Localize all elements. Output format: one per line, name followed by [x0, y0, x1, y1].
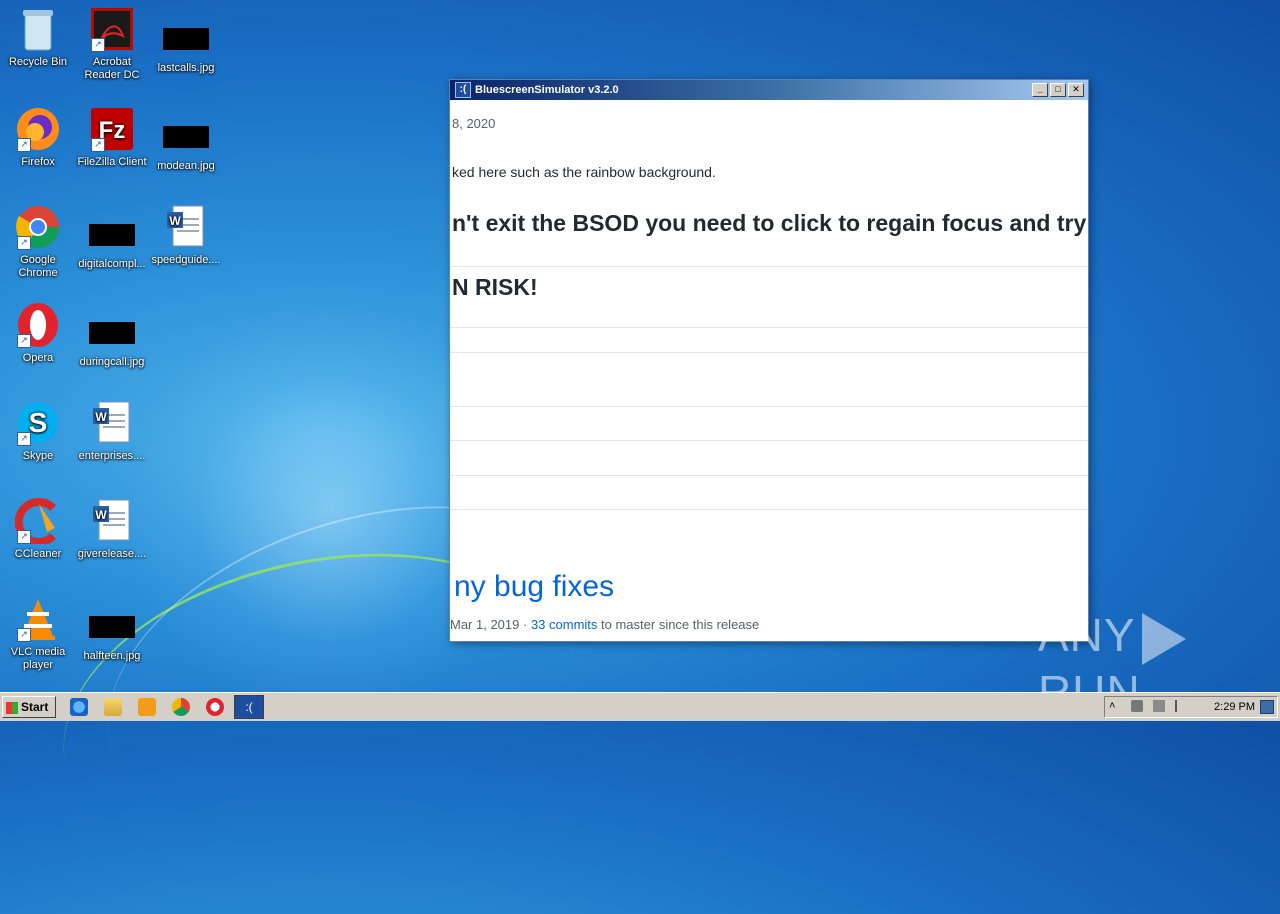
desktop-icon-google-chrome[interactable]: ↗ Google Chrome [0, 204, 76, 280]
chrome-taskbar-icon[interactable] [172, 698, 190, 716]
maximize-button[interactable]: □ [1050, 83, 1066, 97]
word-document-icon: W [89, 498, 135, 544]
icon-label: digitalcompl... [78, 258, 146, 270]
icon-label: VLC media player [10, 646, 66, 671]
icon-label: Skype [22, 450, 54, 462]
minimize-button[interactable]: _ [1032, 83, 1048, 97]
image-thumbnail-icon [163, 28, 209, 50]
image-thumbnail-icon [163, 126, 209, 148]
release-meta-suffix: to master since this release [597, 617, 760, 632]
divider [450, 475, 1088, 476]
icon-label: Google Chrome [18, 254, 58, 279]
desktop-icon-opera[interactable]: ↗ Opera [0, 302, 76, 365]
icon-label: duringcall.jpg [79, 356, 145, 368]
divider [450, 509, 1088, 510]
desktop-icon-firefox[interactable]: ↗ Firefox [0, 106, 76, 169]
skype-icon: S ↗ [15, 400, 61, 446]
bsod-instruction-heading: n't exit the BSOD you need to click to r… [452, 210, 1087, 236]
recycle-bin-icon [19, 6, 57, 52]
internet-explorer-icon[interactable] [70, 698, 88, 716]
icon-label: Firefox [21, 156, 55, 168]
release-date: 8, 2020 [452, 116, 496, 131]
desktop-icon-enterprises[interactable]: W enterprises.... [74, 400, 150, 463]
bluescreen-simulator-window[interactable]: :( BluescreenSimulator v3.2.0 _ □ ✕ 8, 2… [449, 79, 1089, 642]
window-title: BluescreenSimulator v3.2.0 [475, 84, 619, 96]
desktop-icon-digitalcompl[interactable]: digitalcompl... [74, 212, 150, 271]
release-heading-link[interactable]: ny bug fixes [454, 570, 614, 604]
desktop-icon-giverelease[interactable]: W giverelease.... [74, 498, 150, 561]
svg-text:S: S [29, 407, 48, 438]
divider [450, 266, 1088, 267]
volume-icon[interactable] [1131, 700, 1143, 712]
desktop-icon-speedguide[interactable]: W speedguide.... [148, 204, 224, 267]
watermark-left: ANY [1038, 609, 1136, 661]
close-button[interactable]: ✕ [1068, 83, 1084, 97]
divider [450, 327, 1088, 328]
play-icon [1141, 612, 1186, 665]
desktop-icon-ccleaner[interactable]: ↗ CCleaner [0, 498, 76, 561]
icon-label: CCleaner [14, 548, 62, 560]
svg-text:W: W [169, 214, 181, 228]
image-thumbnail-icon [89, 224, 135, 246]
icon-label: halfteen.jpg [83, 650, 141, 662]
icon-label: enterprises.... [78, 450, 146, 462]
risk-warning-heading: N RISK! [452, 274, 538, 300]
icon-label: speedguide.... [151, 254, 221, 266]
media-player-icon[interactable] [138, 698, 156, 716]
icon-label: giverelease.... [77, 548, 147, 560]
divider [450, 406, 1088, 407]
icon-label: FileZilla Client [77, 156, 147, 168]
divider [450, 440, 1088, 441]
taskbar-bluescreen-simulator[interactable]: :( [234, 695, 264, 719]
image-thumbnail-icon [89, 616, 135, 638]
commits-link[interactable]: 33 commits [531, 617, 597, 632]
system-tray: ˄ 2:29 PM [1104, 696, 1278, 718]
desktop-icon-skype[interactable]: S ↗ Skype [0, 400, 76, 463]
icon-label: modean.jpg [157, 160, 215, 172]
start-button[interactable]: Start [2, 696, 56, 718]
start-label: Start [21, 700, 49, 714]
action-center-flag-icon[interactable] [1175, 700, 1189, 712]
chrome-icon: ↗ [15, 204, 61, 250]
network-icon[interactable] [1153, 700, 1165, 712]
release-meta: Mar 1, 2019 · 33 commits to master since… [450, 617, 759, 632]
desktop-icon-duringcall[interactable]: duringcall.jpg [74, 310, 150, 369]
clock[interactable]: 2:29 PM [1214, 697, 1255, 717]
filezilla-icon: Fz ↗ [89, 106, 135, 152]
svg-text:W: W [95, 410, 107, 424]
file-explorer-icon[interactable] [104, 698, 122, 716]
ccleaner-icon: ↗ [14, 498, 61, 546]
desktop-icon-vlc[interactable]: ↗ VLC media player [0, 596, 76, 672]
desktop-icon-modean[interactable]: modean.jpg [148, 114, 224, 173]
image-thumbnail-icon [89, 322, 135, 344]
release-meta-date: Mar 1, 2019 · [450, 617, 531, 632]
opera-icon: ↗ [15, 302, 61, 348]
release-note-text: ked here such as the rainbow background. [452, 164, 716, 180]
window-titlebar[interactable]: :( BluescreenSimulator v3.2.0 _ □ ✕ [450, 80, 1088, 100]
desktop-icon-recycle-bin[interactable]: Recycle Bin [0, 6, 76, 69]
svg-text:W: W [95, 508, 107, 522]
firefox-icon: ↗ [15, 106, 61, 152]
icon-label: Acrobat Reader DC [84, 56, 140, 81]
divider [450, 352, 1088, 353]
show-hidden-icons-chevron-icon[interactable]: ˄ [1109, 700, 1121, 712]
taskbar: Start :( ˄ 2:29 PM [0, 692, 1280, 721]
desktop-icon-filezilla[interactable]: Fz ↗ FileZilla Client [74, 106, 150, 169]
desktop-icon-acrobat[interactable]: ↗ Acrobat Reader DC [74, 6, 150, 82]
opera-taskbar-icon[interactable] [206, 698, 224, 716]
app-sad-face-icon: :( [455, 82, 471, 98]
icon-label: lastcalls.jpg [157, 62, 215, 74]
windows-flag-icon [6, 701, 18, 714]
desktop-icon-lastcalls[interactable]: lastcalls.jpg [148, 16, 224, 75]
desktop-icon-halfteen[interactable]: halfteen.jpg [74, 604, 150, 663]
show-desktop-icon[interactable] [1260, 700, 1274, 714]
word-document-icon: W [163, 204, 209, 250]
icon-label: Opera [22, 352, 54, 364]
acrobat-icon: ↗ [89, 6, 135, 52]
vlc-icon: ↗ [15, 596, 61, 642]
icon-label: Recycle Bin [8, 56, 68, 68]
window-content: 8, 2020 ked here such as the rainbow bac… [450, 100, 1088, 640]
word-document-icon: W [89, 400, 135, 446]
